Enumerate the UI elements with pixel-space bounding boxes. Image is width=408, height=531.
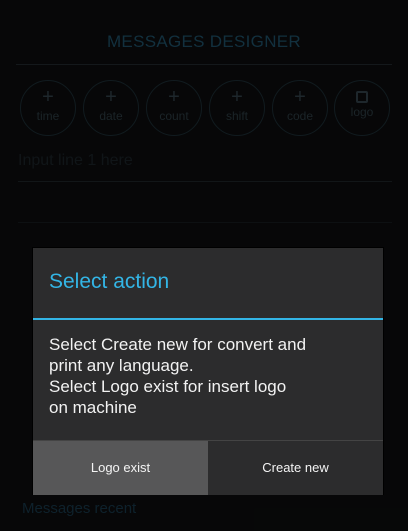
dialog-title: Select action [49, 270, 170, 293]
dialog-message: Select Create new for convert and print … [49, 334, 375, 418]
select-action-dialog: Select action Select Create new for conv… [33, 248, 383, 495]
dialog-title-divider [33, 318, 383, 320]
dialog-message-line: on machine [49, 398, 137, 417]
dialog-button-bar: Logo exist Create new [33, 440, 383, 495]
dialog-message-line: print any language. [49, 356, 194, 375]
dialog-message-line: Select Create new for convert and [49, 335, 307, 354]
dialog-message-line: Select Logo exist for insert logo [49, 377, 287, 396]
logo-exist-button[interactable]: Logo exist [33, 441, 208, 495]
create-new-button[interactable]: Create new [208, 441, 383, 495]
